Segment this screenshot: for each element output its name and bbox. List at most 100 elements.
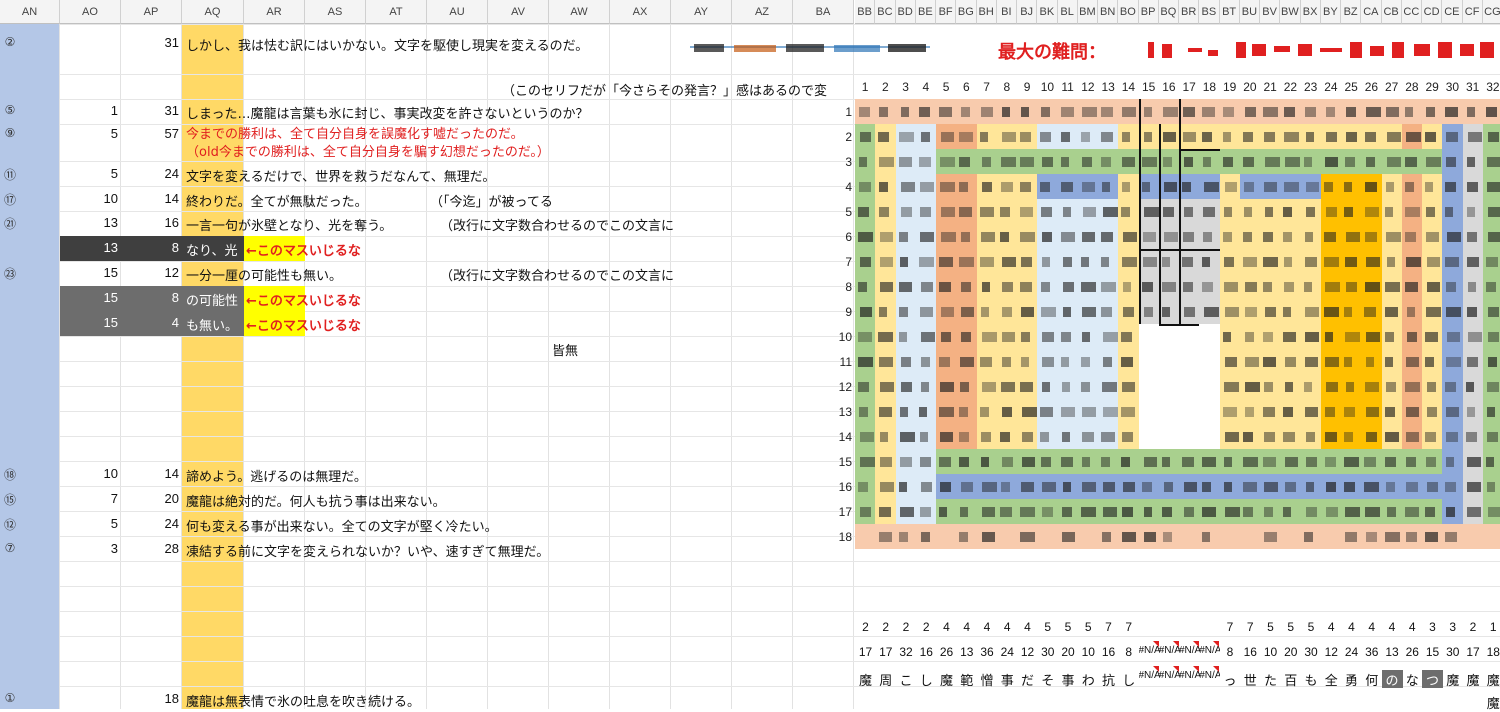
lookup-cell[interactable]: 勇 [1341, 670, 1362, 688]
lookup-cell[interactable] [1159, 620, 1180, 638]
board-cell[interactable] [1158, 299, 1180, 324]
board-cell[interactable] [1138, 99, 1160, 124]
lookup-cell[interactable]: な [1402, 670, 1423, 688]
board-cell[interactable] [1118, 424, 1139, 449]
board-cell[interactable] [1077, 149, 1099, 174]
board-cell[interactable] [915, 174, 937, 199]
board-cell[interactable] [1239, 99, 1261, 124]
board-cell[interactable] [1098, 299, 1119, 324]
board-cell[interactable] [1361, 274, 1382, 299]
cell-ao[interactable]: 13 [60, 240, 118, 255]
board-cell[interactable] [1300, 199, 1322, 224]
lookup-cell[interactable]: 7 [1118, 620, 1139, 638]
board-cell[interactable] [1219, 349, 1241, 374]
board-cell[interactable] [956, 399, 977, 424]
board-cell[interactable] [1239, 449, 1261, 474]
column-header-bl[interactable]: BL [1057, 0, 1078, 24]
board-cell[interactable] [1037, 474, 1058, 499]
cell-ap[interactable]: 28 [121, 541, 179, 556]
board-cell[interactable] [1239, 124, 1261, 149]
board-cell[interactable] [875, 474, 896, 499]
board-cell[interactable] [1219, 99, 1241, 124]
board-cell[interactable] [1158, 149, 1180, 174]
board-cell[interactable] [1280, 374, 1301, 399]
board-cell[interactable] [915, 224, 937, 249]
board-cell[interactable] [915, 249, 937, 274]
lookup-cell[interactable]: 魔 [1463, 670, 1484, 688]
board-cell[interactable] [1320, 399, 1342, 424]
board-cell[interactable] [1239, 199, 1261, 224]
board-cell[interactable] [1422, 524, 1443, 549]
board-cell[interactable] [1381, 499, 1403, 524]
board-cell[interactable] [1300, 249, 1322, 274]
board-cell[interactable] [936, 149, 957, 174]
cell-ao[interactable]: 5 [60, 126, 118, 141]
board-cell[interactable] [976, 474, 998, 499]
board-cell[interactable] [1017, 349, 1038, 374]
board-cell[interactable] [1239, 149, 1261, 174]
lookup-cell[interactable]: も [1301, 670, 1322, 688]
board-cell[interactable] [1401, 374, 1423, 399]
board-cell[interactable] [956, 299, 977, 324]
board-cell[interactable] [1361, 524, 1382, 549]
lookup-cell[interactable]: こ [896, 670, 917, 688]
cell-text[interactable]: 魔龍は無表情で氷の吐息を吹き続ける。 [186, 691, 420, 710]
board-cell[interactable] [1462, 324, 1484, 349]
column-header-ay[interactable]: AY [671, 0, 732, 24]
board-cell[interactable] [1158, 249, 1180, 274]
lookup-cell[interactable]: 5 [1260, 620, 1281, 638]
column-header-bz[interactable]: BZ [1341, 0, 1362, 24]
board-cell[interactable] [1280, 299, 1301, 324]
lookup-cell[interactable]: 魔 [1483, 670, 1500, 688]
board-cell[interactable] [1442, 474, 1463, 499]
board-cell[interactable] [875, 349, 896, 374]
board-cell[interactable] [1361, 199, 1382, 224]
lookup-cell[interactable] [1199, 620, 1220, 638]
board-cell[interactable] [1260, 474, 1281, 499]
board-cell[interactable] [1118, 174, 1139, 199]
board-cell[interactable] [855, 374, 876, 399]
board-cell[interactable] [1037, 299, 1058, 324]
board-cell[interactable] [1077, 349, 1099, 374]
board-cell[interactable] [1057, 449, 1079, 474]
board-cell[interactable] [1361, 249, 1382, 274]
board-cell[interactable] [1239, 249, 1261, 274]
board-cell[interactable] [1401, 449, 1423, 474]
board-cell[interactable] [956, 524, 977, 549]
board-cell[interactable] [1300, 299, 1322, 324]
board-cell[interactable] [1118, 274, 1139, 299]
board-cell[interactable] [976, 449, 998, 474]
board-cell[interactable] [1199, 399, 1220, 424]
cell-note[interactable]: （「今迄」が被ってる [430, 191, 553, 210]
lookup-cell[interactable]: 8 [1118, 645, 1139, 663]
board-cell[interactable] [1199, 274, 1220, 299]
board-cell[interactable] [1037, 274, 1058, 299]
board-cell[interactable] [1179, 499, 1200, 524]
board-cell[interactable] [1422, 299, 1443, 324]
board-cell[interactable] [1077, 224, 1099, 249]
board-cell[interactable] [1199, 224, 1220, 249]
board-cell[interactable] [1422, 324, 1443, 349]
board-cell[interactable] [996, 399, 1018, 424]
column-header-bs[interactable]: BS [1199, 0, 1220, 24]
board-cell[interactable] [1422, 199, 1443, 224]
board-cell[interactable] [1239, 524, 1261, 549]
board-cell[interactable] [1320, 199, 1342, 224]
board-cell[interactable] [1462, 424, 1484, 449]
board-cell[interactable] [1017, 224, 1038, 249]
board-cell[interactable] [1098, 149, 1119, 174]
board-cell[interactable] [1077, 374, 1099, 399]
board-cell[interactable] [1320, 99, 1342, 124]
lookup-cell[interactable]: 1 [1483, 620, 1500, 638]
board-cell[interactable] [1401, 499, 1423, 524]
board-cell[interactable] [1260, 149, 1281, 174]
board-cell[interactable] [1300, 524, 1322, 549]
board-cell[interactable] [1158, 499, 1180, 524]
column-header-ao[interactable]: AO [60, 0, 121, 24]
board-cell[interactable] [1219, 249, 1241, 274]
board-cell[interactable] [1017, 499, 1038, 524]
board-cell[interactable] [1442, 524, 1463, 549]
lookup-cell[interactable]: #N/A [1179, 645, 1200, 663]
board-cell[interactable] [1219, 474, 1241, 499]
board-cell[interactable] [1037, 399, 1058, 424]
